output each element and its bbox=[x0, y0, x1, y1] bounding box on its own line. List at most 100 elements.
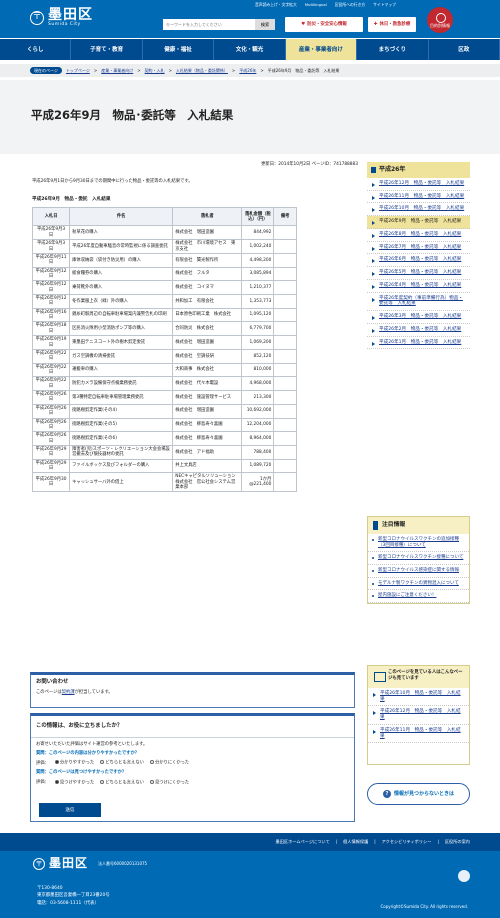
sidebar-item[interactable]: 平成26年10月 物品・委託等 入札結果 bbox=[367, 203, 470, 217]
search-input[interactable] bbox=[163, 19, 255, 30]
attention-item[interactable]: 新型コロナウイルスワクチン接種について bbox=[368, 552, 469, 565]
q2-radio-hard[interactable]: 見つけにくかった bbox=[149, 779, 190, 786]
sidebar-item[interactable]: 平成26年7月 物品・委託等 入札結果 bbox=[367, 242, 470, 255]
table-row: 平成26年9月29日 障害者(児)スポーツ・レクリエーション大会会場設営撤去及び競… bbox=[31, 444, 297, 460]
util-link-multilingual[interactable]: Multilingual bbox=[305, 2, 327, 8]
table-row: 平成26年9月30日 キャッシュサーバ外の借上 NECキャピタルソリューション 株式… bbox=[31, 472, 297, 493]
attention-item-link[interactable]: 新型コロナウイルス感染症に関する情報 bbox=[378, 568, 459, 573]
breadcrumb-h26[interactable]: 平成26年 bbox=[239, 68, 256, 73]
sidebar: 平成26年 平成26年12月 物品・委託等 入札結果 平成26年11月 物品・委託… bbox=[367, 162, 470, 350]
sidebar-item-link[interactable]: 平成26年度契約（事前準備行為）物品・委託等 入札結果 bbox=[379, 296, 463, 307]
also-viewed-item[interactable]: 平成26年10月 物品・委託等 入札結果 bbox=[368, 688, 469, 707]
cell-winner: 株式会社 コイヌマ bbox=[172, 280, 243, 296]
breadcrumb-sep: > bbox=[137, 68, 141, 73]
holiday-clinic-button[interactable]: ✚ 休日・救急診療 bbox=[368, 17, 416, 32]
contact-text-post: が担当しています。 bbox=[74, 689, 113, 695]
attention-item-link[interactable]: モデルナ製ワクチンの異物混入について bbox=[378, 581, 459, 586]
sidebar-item[interactable]: 平成26年6月 物品・委託等 入札結果 bbox=[367, 254, 470, 268]
attention-item[interactable]: 屋内施設にご注意ください！ bbox=[368, 590, 469, 603]
sidebar-item[interactable]: 平成26年度契約（事前準備行為）物品・委託等 入札結果 bbox=[367, 293, 470, 312]
not-found-button[interactable]: ? 情報が見つからないときは bbox=[367, 783, 470, 805]
purpose-info-button[interactable]: 目的別情報 bbox=[427, 7, 453, 33]
also-viewed-link[interactable]: 平成26年11月 物品・委託等 入札結果 bbox=[380, 728, 461, 739]
sidebar-item-link[interactable]: 平成26年1月 物品・委託等 入札結果 bbox=[379, 340, 461, 345]
sidebar-item-link[interactable]: 平成26年4月 物品・委託等 入札結果 bbox=[379, 283, 461, 288]
nav-bunka[interactable]: 文化・観光 bbox=[214, 39, 286, 60]
contact-box: お問い合わせ このページは契約課が担当しています。 bbox=[30, 672, 355, 708]
q2-opt-label: 見つけにくかった bbox=[154, 780, 190, 786]
attention-item-link[interactable]: 屋内施設にご注意ください！ bbox=[378, 593, 436, 598]
attention-list: 新型コロナウイルスワクチンの追加接種（3回目接種）について新型コロナウイルスワク… bbox=[368, 534, 469, 603]
nav-kosodate[interactable]: 子育て・教育 bbox=[71, 39, 143, 60]
attention-item[interactable]: 新型コロナウイルスワクチンの追加接種（3回目接種）について bbox=[368, 534, 469, 553]
cell-name: 平成26年度自動車騒音の常時監視に係る調査委託 bbox=[69, 239, 174, 254]
survey-submit-button[interactable]: 送信 bbox=[39, 803, 101, 817]
nav-kenko[interactable]: 健康・福祉 bbox=[143, 39, 215, 60]
sidebar-item[interactable]: 平成26年3月 物品・委託等 入札結果 bbox=[367, 311, 470, 324]
breadcrumb-nyusatsu[interactable]: 入札結果（物品・委託関係） bbox=[176, 68, 228, 73]
sidebar-item[interactable]: 平成26年11月 物品・委託等 入札結果 bbox=[367, 191, 470, 204]
nav-sangyo[interactable]: 産業・事業者向け bbox=[285, 39, 358, 60]
q1-radio-easy[interactable]: 分かりやすかった bbox=[54, 760, 94, 766]
cell-note bbox=[273, 266, 297, 282]
footer-link-privacy[interactable]: 個人情報保護 bbox=[343, 839, 368, 844]
also-viewed-link[interactable]: 平成26年12月 物品・委託等 入札結果 bbox=[380, 709, 461, 720]
sidebar-item-link[interactable]: 平成26年2月 物品・委託等 入札結果 bbox=[379, 327, 461, 332]
cell-date: 平成26年9月12日 bbox=[31, 280, 71, 296]
sidebar-item-link[interactable]: 平成26年12月 物品・委託等 入札結果 bbox=[379, 181, 464, 186]
attention-item[interactable]: 新型コロナウイルス感染症に関する情報 bbox=[368, 565, 469, 578]
search-button[interactable]: 検索 bbox=[255, 19, 275, 30]
nav-kurashi[interactable]: くらし bbox=[0, 39, 72, 60]
cell-date: 平成26年9月29日 bbox=[31, 458, 71, 474]
attention-item-link[interactable]: 新型コロナウイルスワクチン接種について bbox=[378, 555, 463, 560]
nav-machizukuri[interactable]: まちづくり bbox=[357, 39, 429, 60]
radio-checked-icon bbox=[54, 760, 59, 765]
sidebar-item-link[interactable]: 平成26年3月 物品・委託等 入札結果 bbox=[379, 314, 461, 319]
util-link-access[interactable]: 区役所への行き方 bbox=[335, 2, 365, 8]
also-viewed-item[interactable]: 平成26年11月 物品・委託等 入札結果 bbox=[368, 724, 469, 744]
page-top-button[interactable] bbox=[458, 870, 470, 882]
sidebar-item-link[interactable]: 平成26年8月 物品・委託等 入札結果 bbox=[379, 232, 461, 237]
sidebar-item[interactable]: 平成26年12月 物品・委託等 入札結果 bbox=[367, 178, 470, 191]
sidebar-item-link[interactable]: 平成26年6月 物品・委託等 入札結果 bbox=[379, 257, 461, 262]
breadcrumb-sangyo[interactable]: 産業・事業者向け bbox=[101, 68, 133, 73]
also-viewed-link[interactable]: 平成26年10月 物品・委託等 入札結果 bbox=[380, 691, 461, 702]
q1-radio-neutral[interactable]: どちらとも言えない bbox=[100, 760, 144, 766]
util-link-sitemap[interactable]: サイトマップ bbox=[373, 2, 396, 8]
sidebar-item-link[interactable]: 平成26年10月 物品・委託等 入札結果 bbox=[379, 206, 464, 211]
sidebar-item-link[interactable]: 平成26年5月 物品・委託等 入札結果 bbox=[379, 270, 461, 275]
sidebar-item-link[interactable]: 平成26年11月 物品・委託等 入札結果 bbox=[379, 194, 464, 199]
sidebar-item[interactable]: 平成26年4月 物品・委託等 入札結果 bbox=[367, 280, 470, 293]
sidebar-item[interactable]: 平成26年9月 物品・委託等 入札結果 bbox=[367, 216, 470, 229]
breadcrumb-keiyaku[interactable]: 契約・入札 bbox=[145, 68, 165, 73]
q1-radio-hard[interactable]: 分かりにくかった bbox=[149, 760, 189, 766]
sidebar-item-link[interactable]: 平成26年7月 物品・委託等 入札結果 bbox=[379, 245, 461, 250]
cell-date: 平成26年9月29日 bbox=[31, 444, 71, 460]
sidebar-item[interactable]: 平成26年2月 物品・委託等 入札結果 bbox=[367, 324, 470, 337]
contact-link[interactable]: 契約課 bbox=[62, 690, 75, 695]
also-viewed-item[interactable]: 平成26年12月 物品・委託等 入札結果 bbox=[368, 706, 469, 725]
also-viewed-box: このページを見ている人はこんなページも見ています 平成26年10月 物品・委託等… bbox=[367, 665, 470, 765]
q2-radio-easy[interactable]: 見つけやすかった bbox=[54, 779, 94, 786]
breadcrumb-top[interactable]: トップページ bbox=[66, 68, 90, 73]
sidebar-item-link[interactable]: 平成26年9月 物品・委託等 入札結果 bbox=[379, 219, 461, 224]
nav-kusei[interactable]: 区政 bbox=[429, 39, 500, 60]
footer-link-office[interactable]: 区役所の案内 bbox=[445, 839, 470, 844]
sidebar-item[interactable]: 平成26年8月 物品・委託等 入札結果 bbox=[367, 229, 470, 242]
q2-radio-neutral[interactable]: どちらとも言えない bbox=[100, 779, 144, 786]
sidebar-item[interactable]: 平成26年5月 物品・委託等 入札結果 bbox=[367, 267, 470, 280]
util-link-accessibility[interactable]: 音声読み上げ・文字拡大 bbox=[255, 2, 297, 8]
th-winner: 落札者 bbox=[172, 207, 243, 227]
disaster-info-button[interactable]: ♥ 防災・安全安心情報 bbox=[285, 17, 363, 32]
sidebar-item[interactable]: 平成26年1月 物品・委託等 入札結果 bbox=[367, 337, 470, 350]
table-row: 平成26年9月12日 冬作業服上衣（緑）外の購入 共和加工 有限会社 1,353,77… bbox=[31, 294, 297, 309]
cell-note bbox=[273, 307, 297, 323]
cell-note bbox=[273, 252, 297, 268]
site-logo[interactable]: 〒 墨田区 Sumida City bbox=[30, 8, 93, 28]
cell-winner: 株式会社 アド福助 bbox=[172, 444, 243, 460]
cell-winner: 株式会社 増田造園 bbox=[172, 335, 243, 350]
footer-link-accessibility[interactable]: アクセシビリティポリシー bbox=[382, 839, 432, 844]
footer-link-about[interactable]: 墨田区ホームページについて bbox=[276, 839, 330, 844]
attention-item[interactable]: モデルナ製ワクチンの異物混入について bbox=[368, 578, 469, 591]
attention-item-link[interactable]: 新型コロナウイルスワクチンの追加接種（3回目接種）について bbox=[378, 537, 459, 548]
